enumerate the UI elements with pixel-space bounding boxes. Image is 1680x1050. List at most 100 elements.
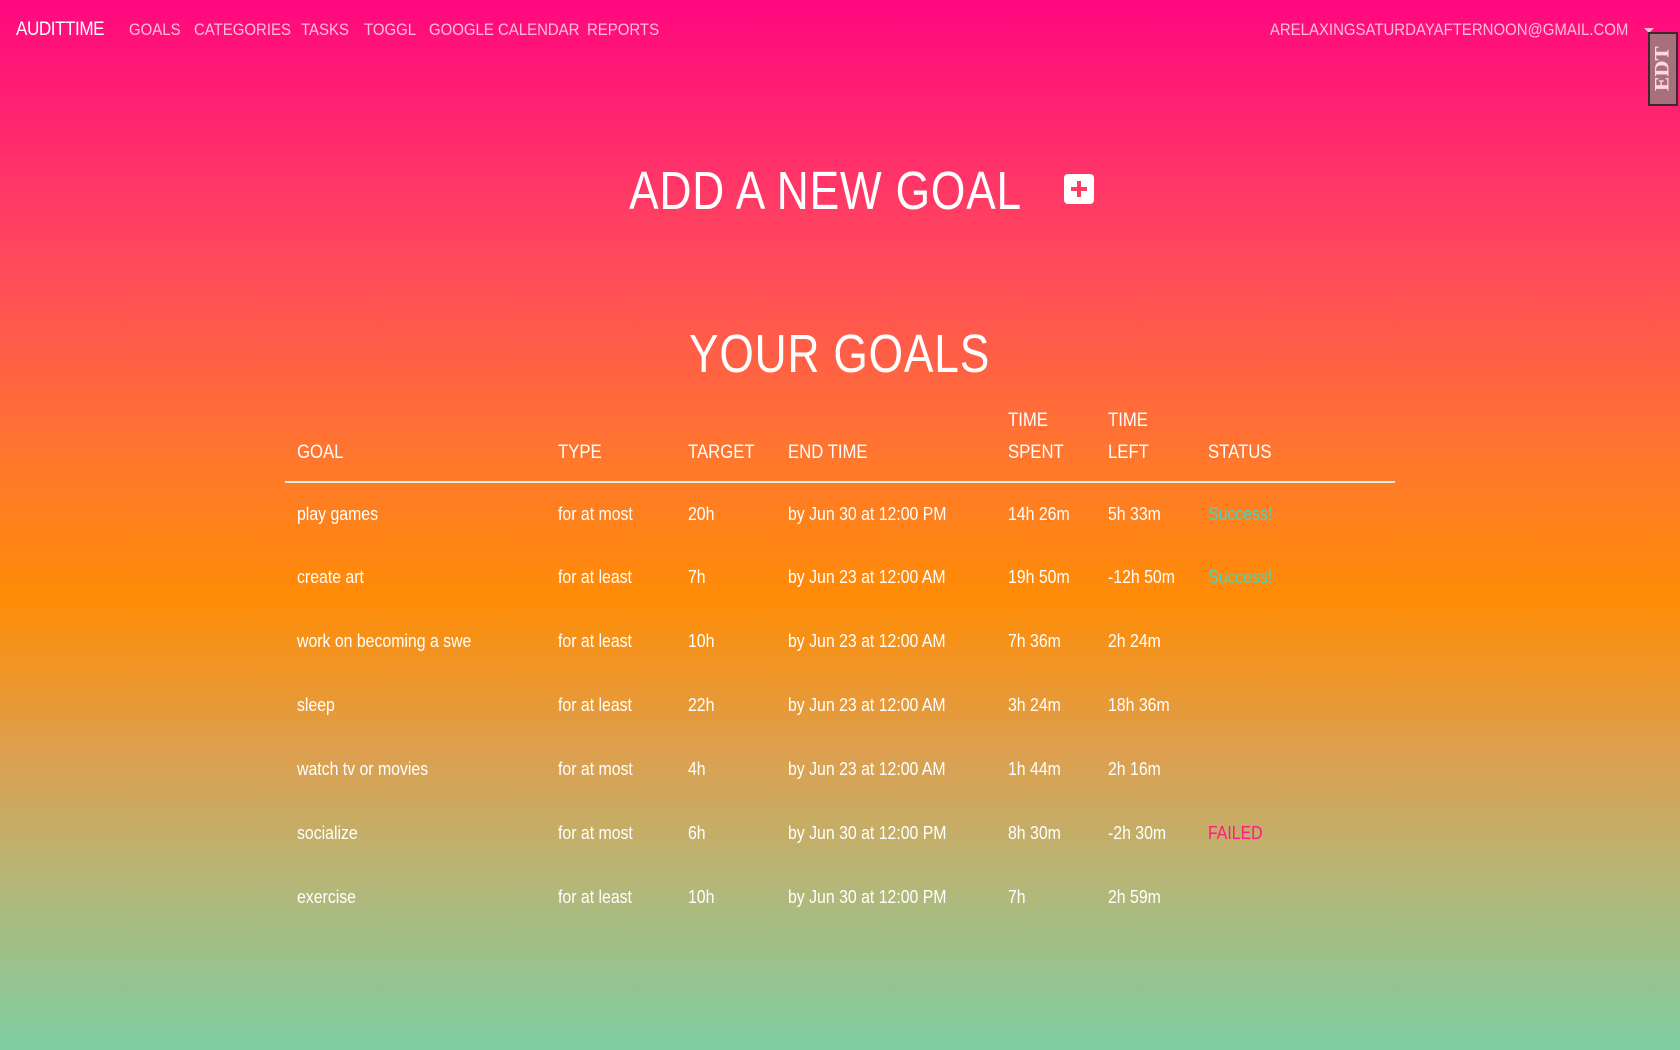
target-text: 10h	[688, 630, 715, 651]
end-text: by Jun 23 at 12:00 AM	[788, 630, 946, 651]
cell-type: for at most	[546, 482, 676, 545]
edt-label: EDT	[1652, 46, 1675, 92]
table-row: watch tv or movies for at most 4h by Jun 23…	[285, 737, 1395, 801]
table-row: sleep for at least 22h by Jun 23 at 12:00 A…	[285, 673, 1395, 737]
cell-spent: 8h 30m	[996, 801, 1096, 865]
cell-target: 6h	[676, 801, 776, 865]
spent-text: 19h 50m	[1008, 566, 1070, 587]
nav-toggl[interactable]: TOGGL	[364, 20, 416, 40]
type-text: for at most	[558, 822, 633, 843]
table-row: play games for at most 20h by Jun 30 at 12:…	[285, 482, 1395, 545]
cell-left: 2h 59m	[1096, 865, 1196, 929]
cell-goal: play games	[285, 482, 546, 545]
cell-end: by Jun 23 at 12:00 AM	[776, 545, 996, 609]
add-goal-title[interactable]: ADD A NEW GOAL	[630, 160, 1023, 222]
cell-status: FAILED	[1196, 801, 1395, 865]
goals-header: YOUR GOALS	[0, 323, 1680, 385]
spent-text: 7h	[1008, 886, 1026, 907]
goal-text: sleep	[297, 694, 335, 715]
type-text: for at most	[558, 758, 633, 779]
nav-categories[interactable]: CATEGORIES	[194, 20, 291, 40]
spent-text: 8h 30m	[1008, 822, 1061, 843]
cell-status: Success!	[1196, 545, 1395, 609]
cell-left: -2h 30m	[1096, 801, 1196, 865]
cell-end: by Jun 30 at 12:00 PM	[776, 865, 996, 929]
cell-left: 2h 16m	[1096, 737, 1196, 801]
cell-left: -12h 50m	[1096, 545, 1196, 609]
cell-type: for at least	[546, 865, 676, 929]
left-text: 18h 36m	[1108, 694, 1170, 715]
table-row: socialize for at most 6h by Jun 30 at 12:00…	[285, 801, 1395, 865]
goal-text: create art	[297, 566, 364, 587]
cell-goal: exercise	[285, 865, 546, 929]
cell-goal: create art	[285, 545, 546, 609]
left-text: -12h 50m	[1108, 566, 1175, 587]
col-target: TARGET	[676, 405, 776, 483]
cell-target: 10h	[676, 865, 776, 929]
cell-type: for at least	[546, 609, 676, 673]
cell-status	[1196, 609, 1395, 673]
end-text: by Jun 30 at 12:00 PM	[788, 822, 947, 843]
nav-reports[interactable]: REPORTS	[587, 20, 659, 40]
target-text: 20h	[688, 503, 715, 524]
cell-target: 7h	[676, 545, 776, 609]
spent-text: 14h 26m	[1008, 503, 1070, 524]
goal-text: play games	[297, 503, 379, 524]
status-text: Success!	[1208, 566, 1273, 587]
cell-target: 10h	[676, 609, 776, 673]
type-text: for at least	[558, 694, 632, 715]
goals-title: YOUR GOALS	[689, 324, 991, 384]
brand-logo[interactable]: AUDITTIME	[16, 19, 105, 41]
nav-google-calendar[interactable]: GOOGLE CALENDAR	[429, 20, 579, 40]
end-text: by Jun 23 at 12:00 AM	[788, 566, 946, 587]
end-text: by Jun 30 at 12:00 PM	[788, 886, 947, 907]
cell-target: 22h	[676, 673, 776, 737]
type-text: for at least	[558, 630, 632, 651]
cell-goal: watch tv or movies	[285, 737, 546, 801]
type-text: for at least	[558, 886, 632, 907]
add-goal-header: ADD A NEW GOAL	[0, 160, 1680, 222]
col-end-time: END TIME	[776, 405, 996, 483]
col-status: STATUS	[1196, 405, 1395, 483]
table-row: work on becoming a swe for at least 10h by …	[285, 609, 1395, 673]
table-header-row: GOAL TYPE TARGET END TIME TIME SPENT TIM…	[285, 405, 1395, 483]
status-text: Success!	[1208, 503, 1273, 524]
plus-square-icon[interactable]	[1063, 173, 1094, 204]
target-text: 6h	[688, 822, 706, 843]
cell-spent: 14h 26m	[996, 482, 1096, 545]
end-text: by Jun 30 at 12:00 PM	[788, 503, 947, 524]
table-row: create art for at least 7h by Jun 23 at 12:…	[285, 545, 1395, 609]
nav-goals[interactable]: GOALS	[129, 20, 181, 40]
cell-target: 4h	[676, 737, 776, 801]
nav-tasks[interactable]: TASKS	[301, 20, 349, 40]
spent-text: 1h 44m	[1008, 758, 1061, 779]
cell-goal: work on becoming a swe	[285, 609, 546, 673]
cell-status	[1196, 673, 1395, 737]
goal-text: watch tv or movies	[297, 758, 429, 779]
cell-end: by Jun 23 at 12:00 AM	[776, 673, 996, 737]
goal-text: exercise	[297, 886, 356, 907]
col-type: TYPE	[546, 405, 676, 483]
cell-spent: 19h 50m	[996, 545, 1096, 609]
status-text: FAILED	[1208, 822, 1263, 843]
user-menu[interactable]: ARELAXINGSATURDAYAFTERNOON@GMAIL.COM	[1270, 20, 1628, 40]
cell-goal: sleep	[285, 673, 546, 737]
end-text: by Jun 23 at 12:00 AM	[788, 694, 946, 715]
cell-spent: 1h 44m	[996, 737, 1096, 801]
left-text: -2h 30m	[1108, 822, 1167, 843]
spent-text: 3h 24m	[1008, 694, 1061, 715]
left-text: 2h 24m	[1108, 630, 1161, 651]
edt-extension-badge[interactable]: EDT	[1648, 32, 1678, 106]
col-goal: GOAL	[285, 405, 546, 483]
goal-text: work on becoming a swe	[297, 630, 472, 651]
cell-end: by Jun 23 at 12:00 AM	[776, 609, 996, 673]
cell-type: for at most	[546, 737, 676, 801]
target-text: 22h	[688, 694, 715, 715]
goals-table: GOAL TYPE TARGET END TIME TIME SPENT TIM…	[285, 405, 1395, 929]
cell-spent: 7h 36m	[996, 609, 1096, 673]
left-text: 2h 59m	[1108, 886, 1161, 907]
cell-left: 2h 24m	[1096, 609, 1196, 673]
cell-target: 20h	[676, 482, 776, 545]
cell-spent: 3h 24m	[996, 673, 1096, 737]
end-text: by Jun 23 at 12:00 AM	[788, 758, 946, 779]
